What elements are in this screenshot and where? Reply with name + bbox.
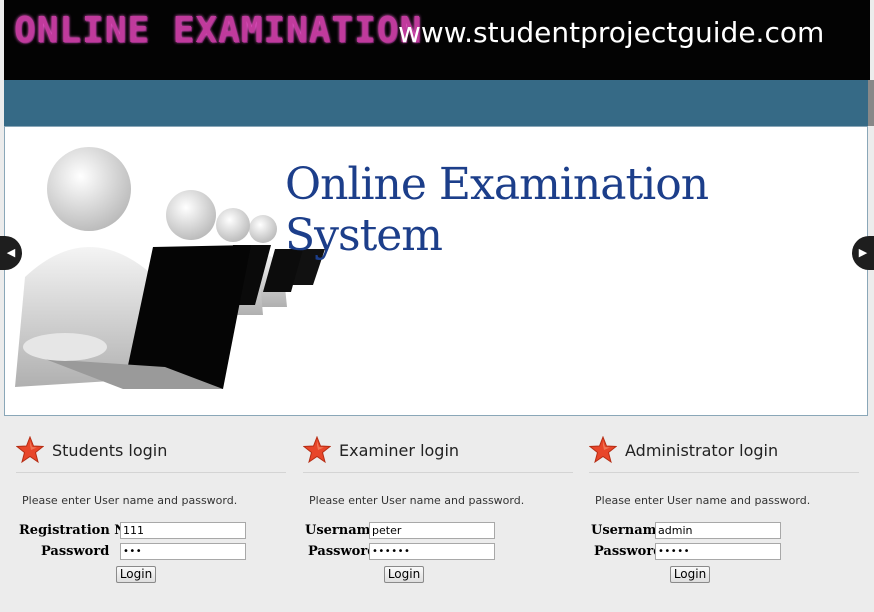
username-input[interactable]: admin xyxy=(655,522,781,539)
login-button[interactable]: Login xyxy=(384,566,424,583)
star-icon xyxy=(303,436,331,464)
site-url-text: www.studentprojectguide.com xyxy=(398,16,825,49)
password-input[interactable]: ••••• xyxy=(655,543,781,560)
banner-slider: Online Examination System xyxy=(4,126,868,416)
password-label: Password xyxy=(594,544,663,559)
instruction-text: Please enter User name and password. xyxy=(595,494,811,507)
triangle-right-icon: ▶ xyxy=(858,246,868,259)
login-button[interactable]: Login xyxy=(670,566,710,583)
username-input[interactable]: peter xyxy=(369,522,495,539)
panel-title: Examiner login xyxy=(339,441,460,460)
site-header: ONLINE EXAMINATION www.studentprojectgui… xyxy=(4,0,870,80)
panel-header: Examiner login xyxy=(303,432,573,473)
password-input[interactable]: ••• xyxy=(120,543,246,560)
star-icon xyxy=(589,436,617,464)
triangle-left-icon: ◀ xyxy=(6,246,16,259)
username-label: Username xyxy=(305,523,379,538)
examiner-login-panel: Examiner login Please enter User name an… xyxy=(303,432,573,583)
navigation-bar xyxy=(4,80,868,126)
banner-title: Online Examination System xyxy=(285,159,709,261)
instruction-text: Please enter User name and password. xyxy=(22,494,238,507)
username-label: Username xyxy=(591,523,665,538)
panel-header: Administrator login xyxy=(589,432,859,473)
administrator-login-panel: Administrator login Please enter User na… xyxy=(589,432,859,583)
instruction-text: Please enter User name and password. xyxy=(309,494,525,507)
registration-input[interactable]: 111 xyxy=(120,522,246,539)
navbar-edge xyxy=(868,80,874,126)
login-button[interactable]: Login xyxy=(116,566,156,583)
password-label: Password xyxy=(308,544,377,559)
students-login-panel: Students login Please enter User name an… xyxy=(16,432,286,583)
panel-title: Administrator login xyxy=(625,441,779,460)
panel-title: Students login xyxy=(52,441,168,460)
password-label: Password xyxy=(41,544,110,559)
password-input[interactable]: •••••• xyxy=(369,543,495,560)
star-icon xyxy=(16,436,44,464)
panel-header: Students login xyxy=(16,432,286,473)
site-logo[interactable]: ONLINE EXAMINATION xyxy=(14,10,422,51)
